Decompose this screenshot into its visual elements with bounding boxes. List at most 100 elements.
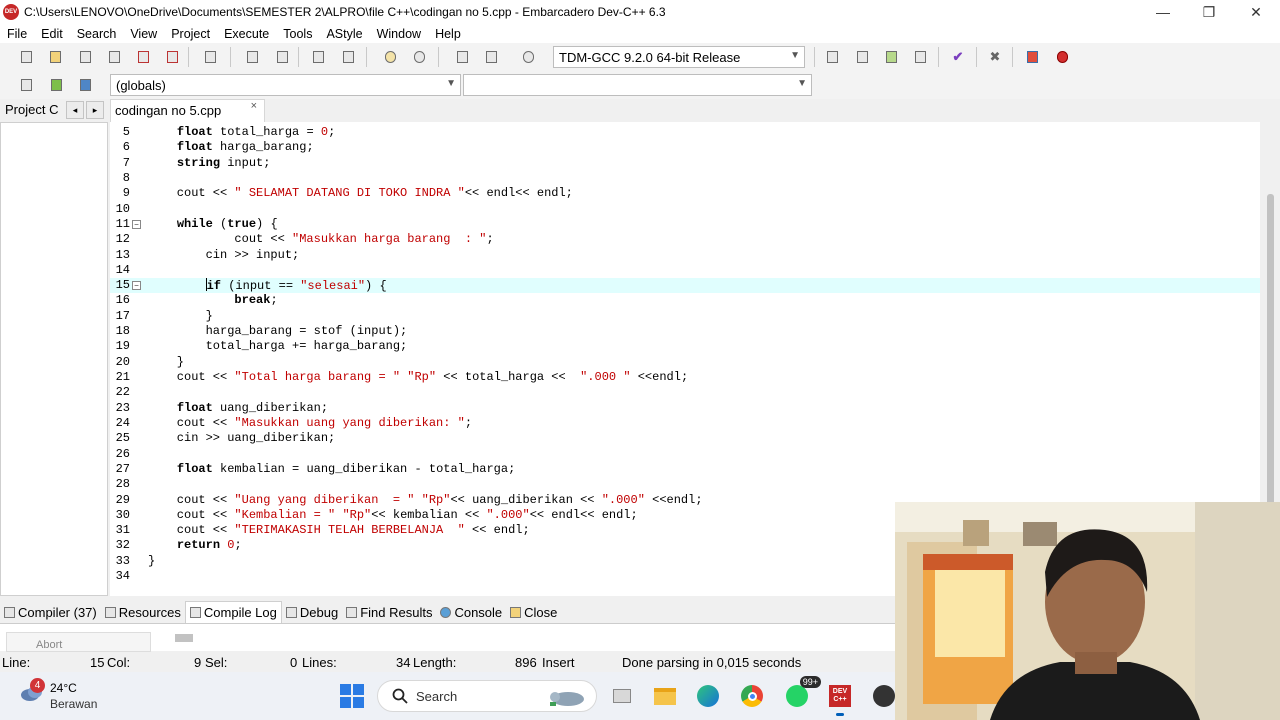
globals-select[interactable]: (globals) ▼ bbox=[110, 74, 461, 96]
tab-codingan-no-5[interactable]: codingan no 5.cpp × bbox=[110, 99, 265, 122]
tab-compile-log[interactable]: Compile Log bbox=[184, 601, 282, 623]
code-line[interactable]: 24 cout << "Masukkan uang yang diberikan… bbox=[110, 416, 1260, 431]
code-line[interactable]: 6 float harga_barang; bbox=[110, 140, 1260, 155]
menu-edit[interactable]: Edit bbox=[34, 27, 70, 41]
abort-compilation-button[interactable]: Abort Compilation bbox=[6, 632, 151, 652]
find-icon[interactable] bbox=[244, 49, 260, 65]
tab-scroll-right-icon[interactable]: ▸ bbox=[86, 101, 104, 119]
tab-close-panel[interactable]: Close bbox=[506, 605, 561, 620]
code-line[interactable]: 13 cin >> input; bbox=[110, 248, 1260, 263]
tab-resources[interactable]: Resources bbox=[101, 605, 185, 620]
tab-compiler[interactable]: Compiler (37) bbox=[0, 605, 101, 620]
undo-icon[interactable] bbox=[382, 49, 398, 65]
stop-icon[interactable]: ✖ bbox=[987, 49, 1003, 65]
code-line[interactable]: 19 total_harga += harga_barang; bbox=[110, 339, 1260, 354]
code-line[interactable]: 7 string input; bbox=[110, 156, 1260, 171]
scrollbar-thumb[interactable] bbox=[1267, 194, 1274, 524]
code-line[interactable]: 15− if (input == "selesai") { bbox=[110, 278, 1260, 294]
indent-icon[interactable] bbox=[310, 49, 326, 65]
code-line[interactable]: 17 } bbox=[110, 309, 1260, 324]
code-line[interactable]: 9 cout << " SELAMAT DATANG DI TOKO INDRA… bbox=[110, 186, 1260, 201]
project-options-icon[interactable] bbox=[520, 49, 536, 65]
close-all-icon[interactable] bbox=[164, 49, 180, 65]
close-file-icon[interactable] bbox=[135, 49, 151, 65]
code-line[interactable]: 23 float uang_diberikan; bbox=[110, 401, 1260, 416]
line-number: 11 bbox=[115, 216, 130, 231]
class-back-icon[interactable] bbox=[48, 77, 64, 93]
code-line[interactable]: 27 float kembalian = uang_diberikan - to… bbox=[110, 462, 1260, 477]
redo-icon[interactable] bbox=[411, 49, 427, 65]
compile-run-icon[interactable] bbox=[912, 49, 928, 65]
weather-condition[interactable]: Berawan bbox=[50, 697, 97, 711]
tab-project[interactable]: Project C bbox=[0, 99, 66, 122]
weather-temperature[interactable]: 24°C bbox=[50, 681, 77, 695]
compiler-select[interactable]: TDM-GCC 9.2.0 64-bit Release ▼ bbox=[553, 46, 805, 68]
active-app-indicator bbox=[836, 713, 844, 716]
menu-search[interactable]: Search bbox=[70, 27, 124, 41]
edge-browser-icon[interactable] bbox=[694, 682, 722, 710]
chrome-browser-icon[interactable] bbox=[738, 682, 766, 710]
log-scrollbar-thumb[interactable] bbox=[175, 634, 193, 642]
menu-astyle[interactable]: AStyle bbox=[319, 27, 369, 41]
print-icon[interactable] bbox=[202, 49, 218, 65]
fold-toggle-icon[interactable]: − bbox=[132, 281, 141, 291]
tab-debug[interactable]: Debug bbox=[282, 605, 342, 620]
file-explorer-icon[interactable] bbox=[651, 682, 679, 710]
replace-icon[interactable] bbox=[274, 49, 290, 65]
check-syntax-icon[interactable]: ✔ bbox=[950, 49, 966, 65]
menu-file[interactable]: File bbox=[0, 27, 34, 41]
taskbar-search-box[interactable]: Search bbox=[377, 680, 597, 712]
code-line[interactable]: 25 cin >> uang_diberikan; bbox=[110, 431, 1260, 446]
code-line[interactable]: 20 } bbox=[110, 355, 1260, 370]
close-tab-icon[interactable]: × bbox=[251, 100, 257, 112]
tab-find-results[interactable]: Find Results bbox=[342, 605, 436, 620]
project-new-icon[interactable] bbox=[454, 49, 470, 65]
code-line[interactable]: 26 bbox=[110, 447, 1260, 462]
menu-help[interactable]: Help bbox=[428, 27, 468, 41]
menu-project[interactable]: Project bbox=[164, 27, 217, 41]
save-icon[interactable] bbox=[77, 49, 93, 65]
whatsapp-icon[interactable]: 99+ bbox=[783, 676, 821, 710]
project-browser-pane[interactable] bbox=[0, 122, 108, 596]
save-all-icon[interactable] bbox=[106, 49, 122, 65]
debug-bug-icon[interactable] bbox=[1054, 49, 1070, 65]
tab-scroll-left-icon[interactable]: ◂ bbox=[66, 101, 84, 119]
tab-console[interactable]: Console bbox=[436, 605, 506, 620]
unindent-icon[interactable] bbox=[340, 49, 356, 65]
code-line[interactable]: 12 cout << "Masukkan harga barang : "; bbox=[110, 232, 1260, 247]
code-line[interactable]: 5 float total_harga = 0; bbox=[110, 125, 1260, 140]
toggle-bookmark-icon[interactable] bbox=[854, 49, 870, 65]
minimize-button[interactable]: — bbox=[1140, 0, 1186, 24]
open-file-icon[interactable] bbox=[47, 49, 63, 65]
code-line[interactable]: 22 bbox=[110, 385, 1260, 400]
goto-bookmark-icon[interactable] bbox=[883, 49, 899, 65]
obs-studio-icon[interactable] bbox=[870, 682, 898, 710]
class-forward-icon[interactable] bbox=[77, 77, 93, 93]
code-line[interactable]: 8 bbox=[110, 171, 1260, 186]
insert-icon[interactable] bbox=[824, 49, 840, 65]
menu-tools[interactable]: Tools bbox=[276, 27, 319, 41]
code-line[interactable]: 14 bbox=[110, 263, 1260, 278]
project-add-icon[interactable] bbox=[483, 49, 499, 65]
code-line[interactable]: 10 bbox=[110, 202, 1260, 217]
code-line[interactable]: 21 cout << "Total harga barang = " "Rp" … bbox=[110, 370, 1260, 385]
maximize-button[interactable]: ❐ bbox=[1186, 0, 1232, 24]
close-window-button[interactable]: ✕ bbox=[1233, 0, 1279, 24]
menu-window[interactable]: Window bbox=[370, 27, 428, 41]
status-length-label: Length: bbox=[413, 655, 457, 670]
class-browser-icon[interactable] bbox=[18, 77, 34, 93]
code-line[interactable]: 16 break; bbox=[110, 293, 1260, 308]
new-file-icon[interactable] bbox=[18, 49, 34, 65]
code-line[interactable]: 18 harga_barang = stof (input); bbox=[110, 324, 1260, 339]
fold-toggle-icon[interactable]: − bbox=[132, 219, 141, 229]
task-view-icon[interactable] bbox=[608, 682, 636, 710]
windows-start-icon[interactable] bbox=[340, 684, 364, 708]
members-select[interactable]: ▼ bbox=[463, 74, 812, 96]
menu-execute[interactable]: Execute bbox=[217, 27, 276, 41]
menu-view[interactable]: View bbox=[123, 27, 164, 41]
chart-profile-icon[interactable] bbox=[1024, 49, 1040, 65]
toolbar-separator bbox=[230, 47, 231, 67]
devcpp-taskbar-icon[interactable]: DEV C++ bbox=[826, 682, 854, 716]
code-line[interactable]: 28 bbox=[110, 477, 1260, 492]
code-line[interactable]: 11− while (true) { bbox=[110, 217, 1260, 232]
